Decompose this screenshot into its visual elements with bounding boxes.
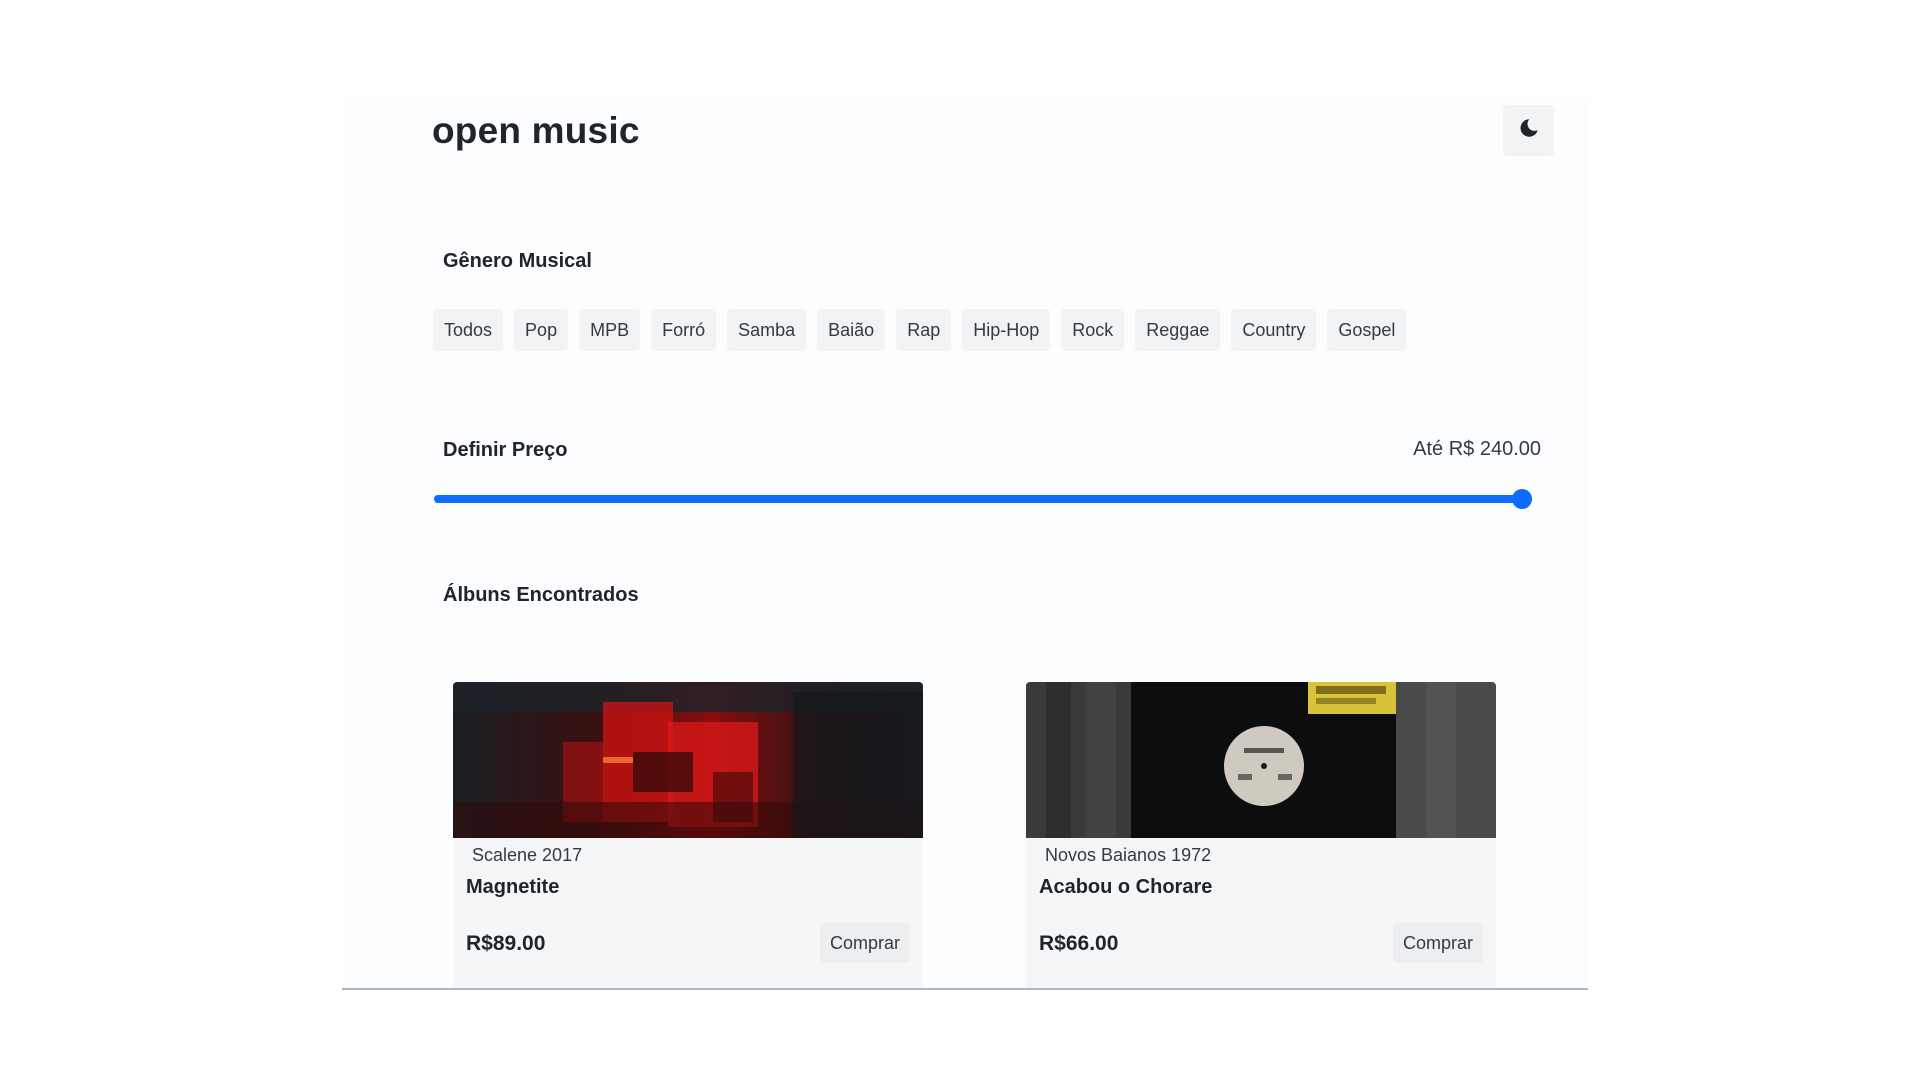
buy-button[interactable]: Comprar [819, 923, 910, 963]
album-artist-year: Novos Baianos 1972 [1045, 845, 1212, 865]
buy-button[interactable]: Comprar [1392, 923, 1483, 963]
album-price: R$66.00 [1039, 932, 1119, 955]
album-card: Scalene 2017 Magnetite R$89.00 Comprar [453, 682, 923, 988]
albums-section-title: Álbuns Encontrados [443, 584, 639, 606]
album-card: Novos Baianos 1972 Acabou o Chorare R$66… [1026, 682, 1496, 988]
genre-section-title: Gênero Musical [443, 250, 592, 272]
genre-filter-mpb[interactable]: MPB [579, 309, 641, 351]
genre-filter-country[interactable]: Country [1231, 309, 1317, 351]
main-container: open music Gênero Musical Todos Pop MPB … [342, 98, 1588, 990]
album-price: R$89.00 [466, 932, 546, 955]
genre-filter-reggae[interactable]: Reggae [1135, 309, 1221, 351]
genre-filter-pop[interactable]: Pop [514, 309, 569, 351]
price-slider-thumb[interactable] [1512, 489, 1532, 509]
price-section-title: Definir Preço [443, 439, 568, 461]
moon-icon [1518, 117, 1540, 144]
price-slider[interactable] [434, 489, 1532, 509]
genre-filter-gospel[interactable]: Gospel [1327, 309, 1407, 351]
genre-filter-todos[interactable]: Todos [433, 309, 504, 351]
theme-toggle-button[interactable] [1503, 105, 1554, 156]
genre-filter-forro[interactable]: Forró [651, 309, 717, 351]
album-artist-year: Scalene 2017 [472, 845, 583, 865]
album-cover-image [453, 682, 923, 838]
price-limit-label: Até R$ 240.00 [1413, 438, 1541, 460]
app-logo: open music [432, 110, 640, 151]
album-title: Magnetite [466, 876, 560, 898]
price-slider-fill [434, 495, 1522, 503]
genre-filter-baiao[interactable]: Baião [817, 309, 886, 351]
album-title: Acabou o Chorare [1039, 876, 1213, 898]
genre-filter-samba[interactable]: Samba [727, 309, 807, 351]
genre-filter-hip-hop[interactable]: Hip-Hop [962, 309, 1051, 351]
genre-filter-list: Todos Pop MPB Forró Samba Baião Rap Hip-… [433, 309, 1407, 351]
album-cover-image [1026, 682, 1496, 838]
genre-filter-rap[interactable]: Rap [896, 309, 952, 351]
genre-filter-rock[interactable]: Rock [1061, 309, 1125, 351]
